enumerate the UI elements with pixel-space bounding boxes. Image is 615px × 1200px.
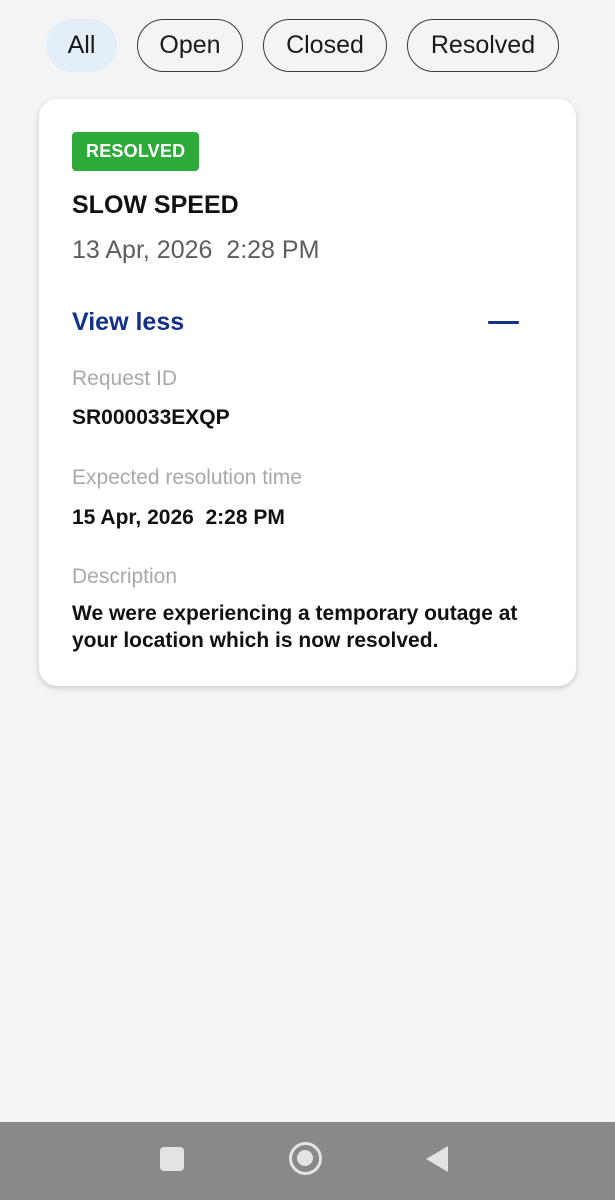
home-circle-icon[interactable]	[289, 1142, 322, 1175]
filter-chip-open[interactable]: Open	[137, 19, 243, 72]
view-less-link[interactable]: View less	[72, 308, 184, 337]
request-id-value: SR000033EXQP	[72, 406, 230, 429]
status-badge: RESOLVED	[72, 132, 200, 171]
status-filter-chips: All Open Closed Resolved	[46, 19, 559, 72]
filter-chip-all[interactable]: All	[46, 19, 117, 72]
ticket-card[interactable]: RESOLVED SLOW SPEED 13 Apr, 2026 2:28 PM…	[39, 99, 576, 686]
filter-chip-closed[interactable]: Closed	[263, 19, 387, 72]
back-triangle-icon[interactable]	[426, 1146, 448, 1172]
ticket-title: SLOW SPEED	[72, 191, 239, 219]
expected-resolution-value: 15 Apr, 2026 2:28 PM	[72, 506, 285, 529]
ticket-created-date: 13 Apr, 2026 2:28 PM	[72, 236, 320, 264]
request-id-label: Request ID	[72, 367, 178, 390]
collapse-minus-icon[interactable]	[488, 321, 519, 324]
description-label: Description	[72, 565, 178, 588]
recents-square-icon[interactable]	[160, 1147, 184, 1171]
service-requests-screen: All Open Closed Resolved RESOLVED SLOW S…	[0, 0, 615, 1200]
filter-chip-resolved[interactable]: Resolved	[407, 19, 559, 72]
expected-resolution-label: Expected resolution time	[72, 466, 302, 489]
description-value: We were experiencing a temporary outage …	[72, 602, 518, 652]
system-navigation-bar	[0, 1122, 615, 1200]
